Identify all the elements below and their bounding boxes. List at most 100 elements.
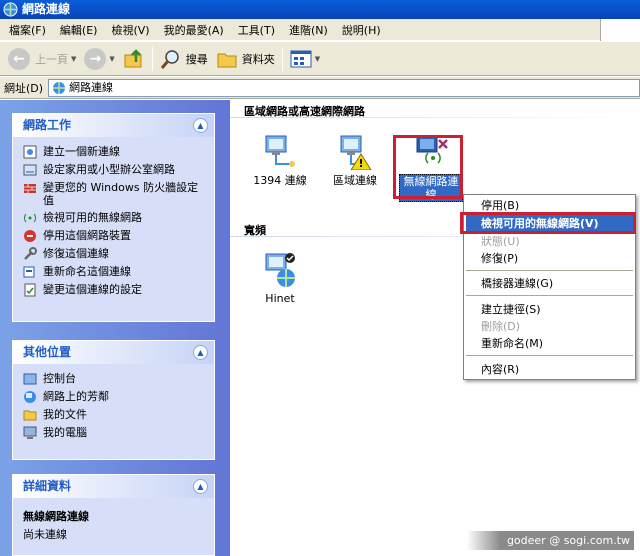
- rename-icon: [23, 265, 37, 279]
- folders-label: 資料夾: [241, 52, 275, 66]
- panel-title: 詳細資料: [23, 479, 72, 493]
- control-panel-icon: [23, 372, 37, 386]
- menu-item-repair[interactable]: 修復(P): [466, 250, 633, 267]
- menu-view[interactable]: 檢視(V): [104, 22, 156, 38]
- menu-item-delete[interactable]: 刪除(D): [466, 318, 633, 335]
- task-label: 變更這個連線的設定: [43, 283, 142, 296]
- details-header[interactable]: 詳細資料 ▲: [13, 475, 214, 498]
- task-label: 修復這個連線: [43, 247, 109, 260]
- folder-icon: [217, 53, 237, 67]
- connection-label: 1394 連線: [253, 174, 307, 187]
- menu-separator: [466, 295, 633, 296]
- menu-item-bridge[interactable]: 橋接器連線(G): [466, 275, 633, 292]
- dropdown-arrow-icon: ▼: [71, 54, 77, 63]
- up-folder-icon: [124, 48, 142, 67]
- task-label: 設定家用或小型辦公室網路: [43, 163, 175, 176]
- toolbar: ← 上一頁 ▼ → ▼ 搜尋 資料夾 ▼: [0, 42, 640, 76]
- menu-item-create-shortcut[interactable]: 建立捷徑(S): [466, 301, 633, 318]
- connection-label: 區域連線: [333, 174, 377, 187]
- place-my-documents[interactable]: 我的文件: [23, 406, 206, 424]
- task-create-connection[interactable]: 建立一個新連線: [23, 143, 206, 161]
- computer-icon: [23, 426, 37, 440]
- views-button[interactable]: ▼: [286, 45, 324, 73]
- details-panel: 詳細資料 ▲ 無線網路連線 尚未連線: [12, 474, 215, 556]
- menu-item-status[interactable]: 狀態(U): [466, 233, 633, 250]
- network-connection-icon: [262, 134, 298, 170]
- views-icon: [290, 50, 312, 67]
- task-change-settings[interactable]: 變更這個連線的設定: [23, 281, 206, 299]
- menu-separator: [466, 355, 633, 356]
- task-change-firewall[interactable]: 變更您的 Windows 防火牆設定值: [23, 179, 206, 209]
- search-label: 搜尋: [185, 52, 208, 66]
- connection-label: Hinet: [265, 292, 295, 305]
- task-setup-home-network[interactable]: 設定家用或小型辦公室網路: [23, 161, 206, 179]
- collapse-chevron-icon[interactable]: ▲: [193, 479, 208, 494]
- task-rename[interactable]: 重新命名這個連線: [23, 263, 206, 281]
- back-label: 上一頁: [35, 52, 68, 66]
- windows-logo: [600, 19, 640, 41]
- search-icon: [160, 49, 179, 69]
- place-control-panel[interactable]: 控制台: [23, 370, 206, 388]
- svg-text:!: !: [358, 157, 363, 170]
- back-button[interactable]: ← 上一頁 ▼: [4, 45, 80, 73]
- place-label: 控制台: [43, 372, 76, 385]
- task-repair[interactable]: 修復這個連線: [23, 245, 206, 263]
- connection-hinet[interactable]: Hinet: [245, 252, 315, 305]
- dropdown-arrow-icon: ▼: [314, 54, 321, 63]
- menu-item-rename[interactable]: 重新命名(M): [466, 335, 633, 352]
- place-label: 我的電腦: [43, 426, 87, 439]
- new-connection-icon: [23, 145, 37, 159]
- connection-local-area[interactable]: ! 區域連線: [320, 134, 390, 187]
- menu-separator: [466, 270, 633, 271]
- folders-button[interactable]: 資料夾: [212, 45, 279, 73]
- task-label: 重新命名這個連線: [43, 265, 131, 278]
- task-view-wireless[interactable]: 檢視可用的無線網路: [23, 209, 206, 227]
- disable-icon: [23, 229, 37, 243]
- task-label: 檢視可用的無線網路: [43, 211, 142, 224]
- collapse-chevron-icon[interactable]: ▲: [193, 118, 208, 133]
- home-network-icon: [23, 163, 37, 177]
- search-button[interactable]: 搜尋: [156, 45, 212, 73]
- window-title: 網路連線: [22, 2, 71, 16]
- menu-edit[interactable]: 編輯(E): [53, 22, 105, 38]
- task-pane: 網路工作 ▲ 建立一個新連線 設定家用或小型辦公室網路 變更您的 Windows…: [0, 100, 230, 556]
- forward-button[interactable]: → ▼: [80, 45, 118, 73]
- wireless-icon: [23, 211, 37, 225]
- connection-1394[interactable]: 1394 連線: [245, 134, 315, 187]
- details-status: 尚未連線: [23, 528, 67, 541]
- title-bar: 網路連線: [0, 0, 640, 19]
- address-input[interactable]: 網路連線: [48, 79, 640, 97]
- watermark: godeer @ sogi.com.tw: [466, 531, 634, 550]
- menu-advanced[interactable]: 進階(N): [282, 22, 335, 38]
- network-tasks-header[interactable]: 網路工作 ▲: [13, 114, 214, 137]
- menu-favorites[interactable]: 我的最愛(A): [157, 22, 231, 38]
- collapse-chevron-icon[interactable]: ▲: [193, 345, 208, 360]
- menu-tools[interactable]: 工具(T): [231, 22, 282, 38]
- place-network-neighborhood[interactable]: 網路上的芳鄰: [23, 388, 206, 406]
- network-neighborhood-icon: [23, 390, 37, 404]
- menu-file[interactable]: 檔案(F): [2, 22, 53, 38]
- details-name: 無線網路連線: [23, 510, 89, 523]
- forward-arrow-icon: →: [84, 47, 107, 70]
- menu-item-properties[interactable]: 內容(R): [466, 361, 633, 378]
- documents-folder-icon: [23, 408, 37, 422]
- back-arrow-icon: ←: [8, 47, 30, 70]
- other-places-header[interactable]: 其他位置 ▲: [13, 341, 214, 364]
- dropdown-arrow-icon: ▼: [109, 54, 115, 63]
- other-places-panel: 其他位置 ▲ 控制台 網路上的芳鄰 我的文件 我的電腦: [12, 340, 215, 460]
- menu-help[interactable]: 說明(H): [335, 22, 388, 38]
- address-value: 網路連線: [69, 81, 113, 94]
- panel-title: 其他位置: [23, 345, 72, 359]
- task-disable-device[interactable]: 停用這個網路裝置: [23, 227, 206, 245]
- task-label: 停用這個網路裝置: [43, 229, 131, 242]
- toolbar-separator: [281, 46, 283, 71]
- network-tasks-panel: 網路工作 ▲ 建立一個新連線 設定家用或小型辦公室網路 變更您的 Windows…: [12, 113, 215, 322]
- task-label: 建立一個新連線: [43, 145, 120, 158]
- task-label: 變更您的 Windows 防火牆設定值: [43, 181, 199, 207]
- network-connection-icon: !: [337, 134, 373, 171]
- place-label: 網路上的芳鄰: [43, 390, 109, 403]
- place-my-computer[interactable]: 我的電腦: [23, 424, 206, 442]
- up-folder-button[interactable]: [119, 45, 149, 73]
- place-label: 我的文件: [43, 408, 87, 421]
- panel-title: 網路工作: [23, 118, 72, 132]
